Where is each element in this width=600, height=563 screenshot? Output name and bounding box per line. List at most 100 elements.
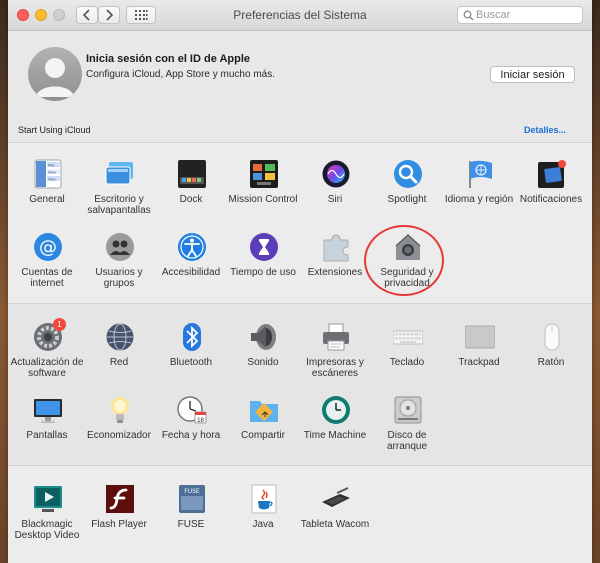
pane-label: Red (109, 357, 129, 368)
printer-icon (323, 323, 349, 351)
pane-label: Spotlight (387, 194, 427, 205)
pane-users[interactable]: Usuarios y grupos (83, 216, 155, 290)
pane-java[interactable]: Java (227, 468, 299, 542)
clock-icon: 18 (177, 396, 207, 424)
flash-icon (106, 485, 134, 513)
tablet-icon (322, 487, 350, 507)
pane-spotlight[interactable]: Spotlight (371, 143, 443, 217)
time-machine-icon (322, 396, 350, 424)
speaker-icon (251, 324, 276, 350)
calendar-day: 18 (197, 418, 204, 424)
pane-label: Blackmagic Desktop Video (14, 519, 80, 541)
pane-label: Siri (327, 194, 343, 205)
svg-text:File: File (48, 163, 55, 168)
pane-energy-saver[interactable]: Economizador (83, 379, 155, 453)
keyboard-icon (393, 330, 423, 345)
pane-label: Idioma y región (444, 194, 514, 205)
pane-notifications[interactable]: Notificaciones (515, 143, 587, 217)
pane-extensions[interactable]: Extensiones (299, 216, 371, 290)
pane-label: Ratón (537, 357, 565, 368)
details-link[interactable]: Detalles... (524, 125, 566, 135)
search-input[interactable] (476, 8, 576, 22)
pane-label: Dock (179, 194, 203, 205)
pane-label: Compartir (241, 430, 285, 441)
fuse-tag: FUSE (184, 488, 200, 495)
pane-label: Bluetooth (169, 357, 213, 368)
hourglass-icon (250, 233, 278, 261)
pane-label: Usuarios y grupos (95, 267, 143, 289)
update-badge: 1 (53, 318, 66, 331)
pane-flash-player[interactable]: Flash Player (83, 468, 155, 542)
display-icon (34, 399, 62, 423)
pane-label: Trackpad (458, 357, 500, 368)
pane-desktop[interactable]: Escritorio y salvapantallas (83, 143, 155, 217)
pane-language[interactable]: Idioma y región (443, 143, 515, 217)
pane-date-time[interactable]: 18 Fecha y hora (155, 379, 227, 453)
svg-text:@: @ (39, 237, 57, 258)
pane-mission-control[interactable]: Mission Control (227, 143, 299, 217)
blackmagic-icon (34, 486, 62, 512)
person-icon (36, 58, 74, 97)
pane-network[interactable]: Red (83, 306, 155, 380)
pane-fuse[interactable]: FUSE FUSE (155, 468, 227, 542)
spotlight-icon (394, 160, 422, 188)
title-bar: Preferencias del Sistema (8, 0, 592, 31)
pane-startup-disk[interactable]: Disco de arranque (371, 379, 443, 453)
notifications-icon (538, 160, 566, 188)
pane-sharing[interactable]: Compartir (227, 379, 299, 453)
pane-label: Time Machine (303, 430, 367, 441)
system-preferences-window: Preferencias del Sistema Inicia sesión c… (8, 0, 592, 563)
pane-siri[interactable]: Siri (299, 143, 371, 217)
java-icon (251, 484, 277, 514)
svg-text:One: One (48, 177, 56, 182)
pane-label: Java (252, 519, 274, 530)
folder-share-icon (250, 401, 278, 422)
pane-time-machine[interactable]: Time Machine (299, 379, 371, 453)
pane-wacom[interactable]: Tableta Wacom (299, 468, 371, 542)
pane-trackpad[interactable]: Trackpad (443, 306, 515, 380)
search-field[interactable] (457, 6, 583, 24)
flag-icon (469, 160, 492, 188)
pane-label: Teclado (389, 357, 425, 368)
pane-blackmagic[interactable]: Blackmagic Desktop Video (11, 468, 83, 542)
highlight-circle (364, 225, 444, 296)
pane-label: Pantallas (26, 430, 68, 441)
pane-label: Mission Control (228, 194, 298, 205)
pane-mouse[interactable]: Ratón (515, 306, 587, 380)
pane-dock[interactable]: Dock (155, 143, 227, 217)
pane-label: Escritorio y salvapantallas (87, 194, 151, 216)
lightbulb-icon (111, 397, 129, 423)
search-icon (463, 10, 474, 21)
pane-displays[interactable]: Pantallas (11, 379, 83, 453)
pane-label: Accesibilidad (161, 267, 221, 278)
pane-label: Flash Player (91, 519, 147, 530)
pane-general[interactable]: File New One General (11, 143, 83, 217)
pane-label: Fecha y hora (161, 430, 221, 441)
fuse-icon: FUSE (179, 485, 205, 513)
pane-label: Tiempo de uso (230, 267, 296, 278)
apple-id-subtitle: Configura iCloud, App Store y mucho más. (86, 69, 275, 80)
users-icon (106, 233, 134, 261)
siri-icon (322, 160, 350, 188)
pane-keyboard[interactable]: Teclado (371, 306, 443, 380)
pane-label: Sonido (247, 357, 279, 368)
mouse-icon (544, 323, 560, 351)
pane-software-update[interactable]: 1 Actualización de software (11, 306, 83, 380)
avatar (28, 47, 82, 101)
trackpad-icon (465, 325, 495, 349)
icloud-label: Start Using iCloud (18, 125, 91, 135)
pane-internet-accounts[interactable]: @ Cuentas de internet (11, 216, 83, 290)
pane-sound[interactable]: Sonido (227, 306, 299, 380)
pane-label: Disco de arranque (386, 430, 428, 452)
sign-in-button[interactable]: Iniciar sesión (490, 66, 575, 83)
disk-icon (394, 396, 422, 424)
pane-label: Extensiones (307, 267, 363, 278)
pane-screen-time[interactable]: Tiempo de uso (227, 216, 299, 290)
pane-bluetooth[interactable]: Bluetooth (155, 306, 227, 380)
pane-printers[interactable]: Impresoras y escáneres (299, 306, 371, 380)
pane-label: Economizador (87, 430, 151, 441)
accessibility-icon (178, 233, 206, 261)
pane-label: Actualización de software (10, 357, 84, 379)
dock-icon (178, 160, 206, 188)
pane-accessibility[interactable]: Accesibilidad (155, 216, 227, 290)
